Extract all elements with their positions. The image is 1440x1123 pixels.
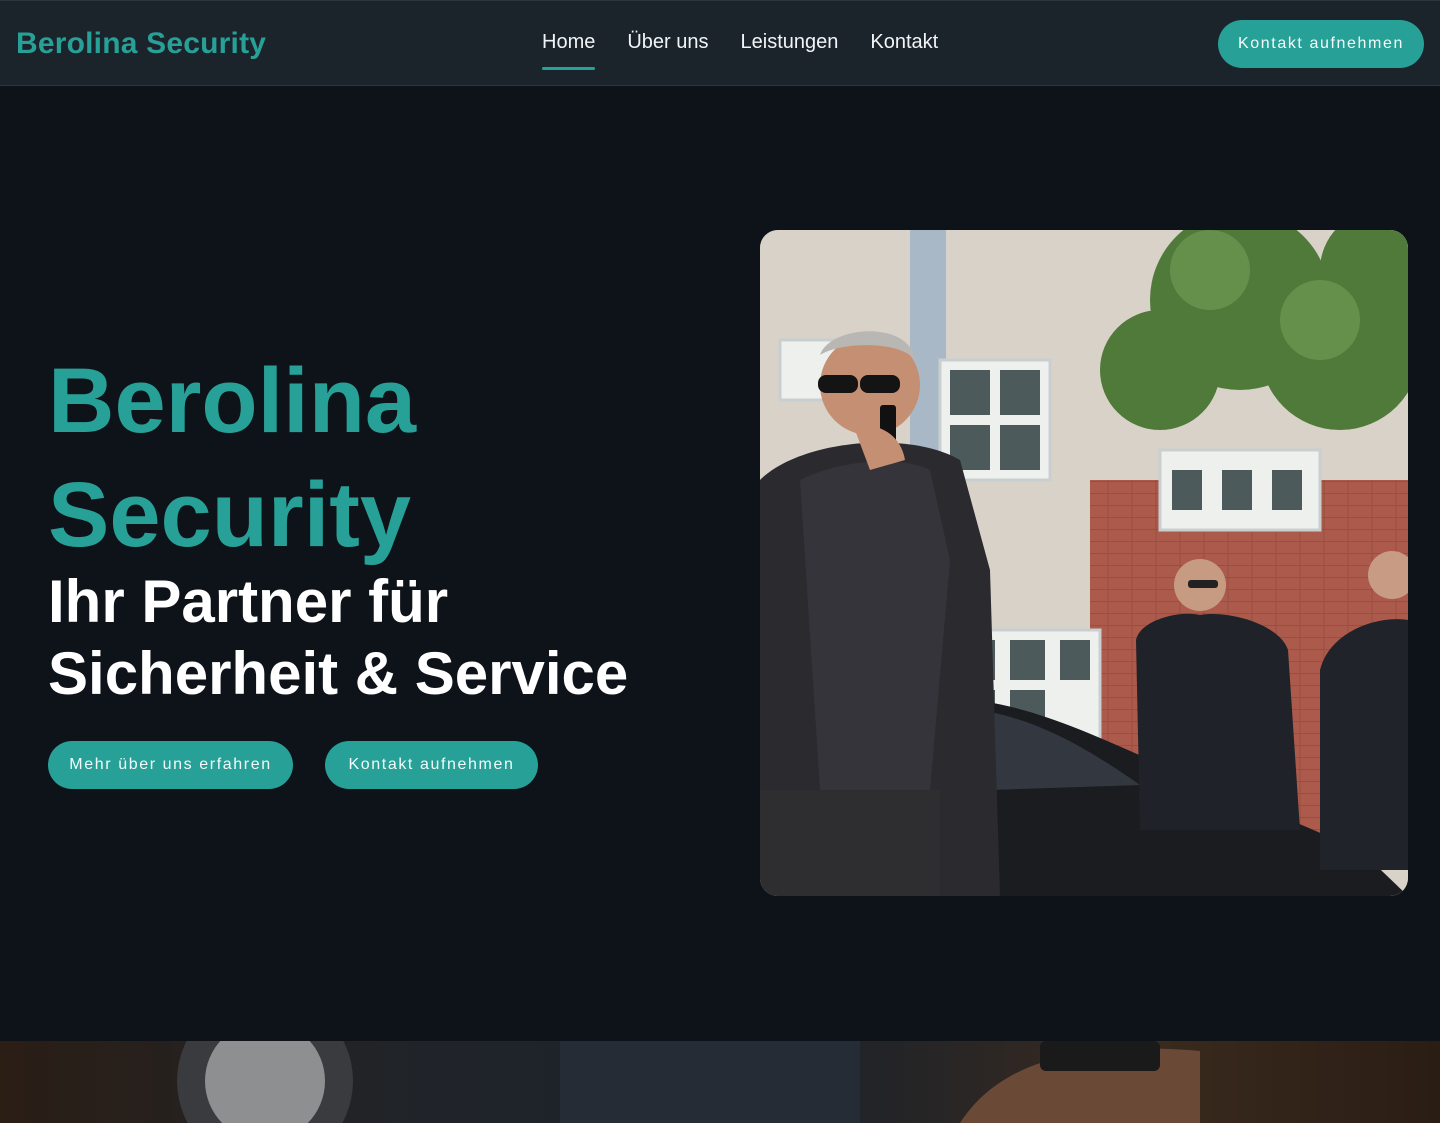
main-nav: Home Über uns Leistungen Kontakt xyxy=(542,31,938,70)
next-section-preview xyxy=(0,1041,1440,1123)
nav-item-kontakt[interactable]: Kontakt xyxy=(870,31,938,64)
nav-item-ueber-uns[interactable]: Über uns xyxy=(627,31,708,64)
brand-logo[interactable]: Berolina Security xyxy=(16,27,266,61)
hero-subtitle: Ihr Partner für Sicherheit & Service xyxy=(48,566,688,710)
hero-image xyxy=(760,230,1408,896)
hero-subtitle-line2: Sicherheit & Service xyxy=(48,640,629,707)
hero-title-line2: Security xyxy=(48,464,412,566)
navbar: Berolina Security Home Über uns Leistung… xyxy=(0,0,1440,86)
hero-subtitle-line1: Ihr Partner für xyxy=(48,568,449,635)
security-guards-photo-icon xyxy=(760,230,1408,896)
about-us-button[interactable]: Mehr über uns erfahren xyxy=(48,741,293,789)
nav-item-home[interactable]: Home xyxy=(542,31,596,70)
hero-title: Berolina Security xyxy=(48,344,416,572)
nav-item-leistungen[interactable]: Leistungen xyxy=(741,31,839,64)
hero-contact-button[interactable]: Kontakt aufnehmen xyxy=(325,741,538,789)
guard-closeup-photo-icon xyxy=(177,1041,1200,1123)
nav-contact-button[interactable]: Kontakt aufnehmen xyxy=(1218,20,1424,68)
hero-title-line1: Berolina xyxy=(48,350,417,452)
